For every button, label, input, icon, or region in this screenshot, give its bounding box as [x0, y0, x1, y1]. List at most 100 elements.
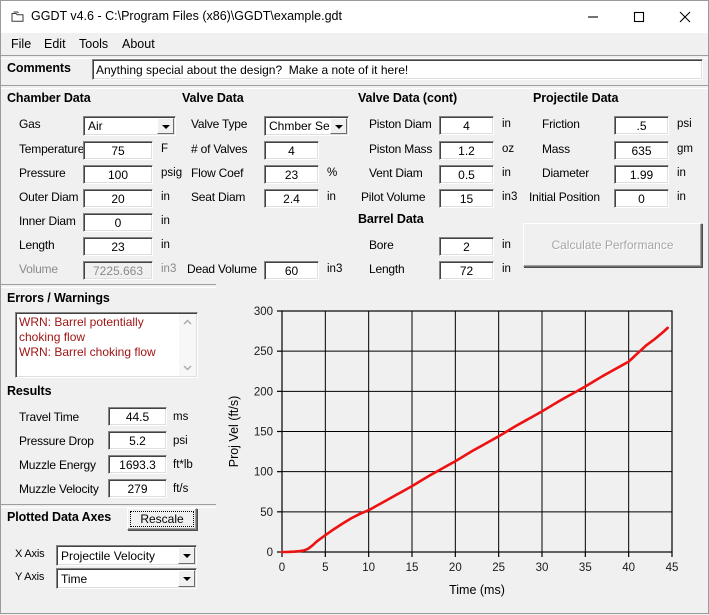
svg-text:Proj Vel (ft/s): Proj Vel (ft/s) — [227, 396, 241, 468]
svg-text:15: 15 — [406, 562, 419, 574]
pressure-label: Pressure — [19, 166, 66, 180]
volume-output — [83, 261, 153, 280]
chamber-length-unit: in — [161, 239, 170, 251]
gas-value: Air — [88, 119, 103, 133]
chevron-down-icon[interactable] — [178, 547, 195, 564]
travel-time-unit: ms — [173, 411, 189, 423]
bore-unit: in — [502, 239, 511, 251]
calculate-performance-label: Calculate Performance — [551, 238, 674, 252]
temperature-input[interactable] — [83, 141, 153, 160]
diameter-input[interactable] — [614, 165, 669, 184]
menu-about[interactable]: About — [118, 36, 159, 52]
volume-unit: in3 — [161, 263, 177, 275]
menu-file[interactable]: File — [7, 36, 35, 52]
scroll-up-icon[interactable] — [179, 314, 196, 331]
error-message: WRN: Barrel potentially choking flow — [19, 315, 144, 344]
rescale-button[interactable]: Rescale — [127, 508, 197, 530]
y-axis-value: Time — [61, 572, 88, 586]
valve-data-title: Valve Data — [182, 91, 244, 105]
svg-text:35: 35 — [579, 562, 592, 574]
barrel-length-label: Length — [369, 262, 405, 276]
calculate-performance-button[interactable]: Calculate Performance — [523, 223, 702, 267]
muzzle-energy-unit: ft*lb — [173, 459, 193, 471]
errors-list[interactable]: WRN: Barrel potentially choking flow WRN… — [15, 312, 198, 378]
menu-edit[interactable]: Edit — [40, 36, 70, 52]
maximize-button[interactable] — [616, 1, 662, 32]
muzzle-energy-output — [108, 455, 167, 474]
svg-text:25: 25 — [492, 562, 505, 574]
piston-diam-label: Piston Diam — [369, 117, 432, 131]
pressure-unit: psig — [161, 167, 183, 179]
friction-input[interactable] — [614, 116, 669, 135]
initial-position-label: Initial Position — [529, 190, 600, 204]
errors-title: Errors / Warnings — [7, 291, 110, 305]
gas-label: Gas — [19, 117, 41, 131]
dead-volume-input[interactable] — [264, 261, 319, 280]
x-axis-select[interactable]: Projectile Velocity — [56, 545, 197, 566]
muzzle-velocity-output — [108, 479, 167, 498]
flow-coef-input[interactable] — [264, 165, 319, 184]
chamber-length-input[interactable] — [83, 237, 153, 256]
flow-coef-label: Flow Coef — [191, 166, 244, 180]
outer-diam-input[interactable] — [83, 189, 153, 208]
pilot-volume-input[interactable] — [439, 189, 494, 208]
app-icon — [11, 10, 25, 24]
minimize-button[interactable] — [570, 1, 616, 32]
piston-mass-input[interactable] — [439, 141, 494, 160]
bore-label: Bore — [369, 238, 394, 252]
menu-bar: File Edit Tools About — [1, 33, 708, 55]
comments-input[interactable] — [92, 59, 703, 80]
muzzle-velocity-label: Muzzle Velocity — [19, 482, 99, 496]
svg-text:30: 30 — [536, 562, 549, 574]
mass-input[interactable] — [614, 141, 669, 160]
dead-volume-unit: in3 — [327, 263, 343, 275]
mass-label: Mass — [542, 142, 570, 156]
piston-mass-label: Piston Mass — [369, 142, 433, 156]
inner-diam-input[interactable] — [83, 213, 153, 232]
barrel-length-input[interactable] — [439, 261, 494, 280]
chevron-down-icon[interactable] — [157, 118, 174, 134]
chevron-down-icon[interactable] — [178, 570, 195, 587]
flow-coef-unit: % — [327, 167, 338, 179]
svg-text:200: 200 — [254, 386, 273, 398]
vent-diam-input[interactable] — [439, 165, 494, 184]
svg-text:150: 150 — [254, 427, 273, 439]
svg-text:300: 300 — [254, 306, 273, 318]
pilot-volume-label: Pilot Volume — [361, 190, 426, 204]
divider-errors — [1, 284, 216, 288]
num-valves-input[interactable] — [264, 141, 319, 160]
vent-diam-unit: in — [502, 167, 511, 179]
svg-text:45: 45 — [666, 562, 679, 574]
barrel-length-unit: in — [502, 263, 511, 275]
seat-diam-unit: in — [327, 191, 336, 203]
diameter-label: Diameter — [542, 166, 590, 180]
valve-type-select[interactable]: Chmber Seal — [264, 116, 349, 136]
bore-input[interactable] — [439, 237, 494, 256]
volume-label: Volume — [19, 262, 58, 276]
temperature-label: Temperature — [19, 142, 85, 156]
valve-type-value: Chmber Seal — [269, 119, 340, 133]
y-axis-select[interactable]: Time — [56, 568, 197, 589]
initial-position-input[interactable] — [614, 189, 669, 208]
scroll-down-icon[interactable] — [179, 359, 196, 376]
piston-diam-input[interactable] — [439, 116, 494, 135]
chamber-length-label: Length — [19, 238, 55, 252]
friction-label: Friction — [542, 117, 580, 131]
seat-diam-input[interactable] — [264, 189, 319, 208]
valve-data-cont-title: Valve Data (cont) — [358, 91, 458, 105]
gas-select[interactable]: Air — [83, 116, 176, 136]
vent-diam-label: Vent Diam — [369, 166, 423, 180]
chevron-down-icon[interactable] — [330, 118, 347, 134]
velocity-time-chart: 0 50 100 150 200 250 300 0 5 10 15 20 25 30 35 40 45 Time… — [227, 306, 679, 597]
svg-text:5: 5 — [322, 562, 328, 574]
pressure-input[interactable] — [83, 165, 153, 184]
menu-tools[interactable]: Tools — [75, 36, 112, 52]
x-axis-value: Projectile Velocity — [61, 549, 156, 563]
errors-scrollbar[interactable] — [179, 314, 196, 376]
muzzle-energy-label: Muzzle Energy — [19, 458, 96, 472]
pressure-drop-label: Pressure Drop — [19, 434, 94, 448]
x-axis-label: X Axis — [15, 548, 45, 560]
close-button[interactable] — [662, 1, 708, 32]
comments-label: Comments — [7, 61, 71, 75]
error-message: WRN: Barrel choking flow — [19, 345, 156, 359]
